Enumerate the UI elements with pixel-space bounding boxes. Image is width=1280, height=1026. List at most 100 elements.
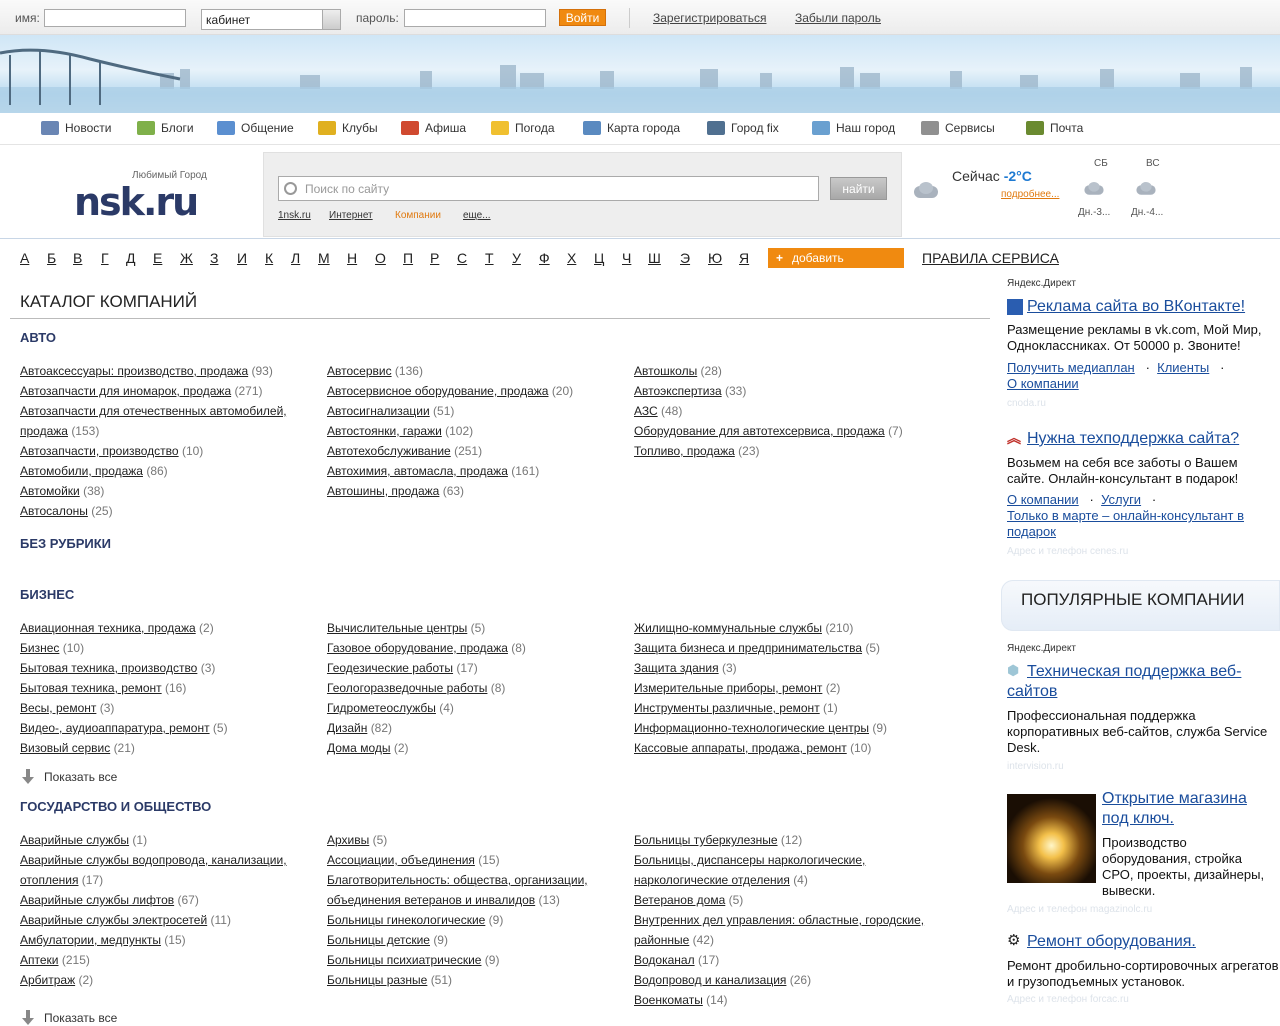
- yandex-direct-label[interactable]: Яндекс.Директ: [1007, 278, 1076, 289]
- ad-domain[interactable]: intervision.ru: [1007, 761, 1064, 772]
- alphabet-letter[interactable]: О: [375, 250, 386, 266]
- ad-domain[interactable]: Адрес и телефон cenes.ru: [1007, 546, 1128, 557]
- alphabet-letter[interactable]: Л: [291, 250, 300, 266]
- category-link[interactable]: Авиационная техника, продажа: [20, 621, 196, 635]
- add-company-button[interactable]: + добавить: [768, 248, 904, 268]
- alphabet-letter[interactable]: А: [20, 250, 29, 266]
- category-link[interactable]: Жилищно-коммунальные службы: [634, 621, 822, 635]
- alphabet-letter[interactable]: Э: [680, 250, 690, 266]
- weather-more-link[interactable]: подробнее...: [1001, 189, 1059, 200]
- category-link[interactable]: Бизнес: [20, 641, 59, 655]
- alphabet-letter[interactable]: В: [73, 250, 82, 266]
- cabinet-select[interactable]: кабинет: [201, 9, 341, 30]
- service-rules-link[interactable]: ПРАВИЛА СЕРВИСА: [922, 250, 1059, 266]
- category-link[interactable]: Геодезические работы: [327, 661, 453, 675]
- category-link[interactable]: Автозапчасти для иномарок, продажа: [20, 384, 231, 398]
- nav-item-blogs[interactable]: Блоги: [137, 121, 194, 135]
- login-button[interactable]: Войти: [559, 9, 606, 26]
- ad-domain[interactable]: Адрес и телефон forcac.ru: [1007, 994, 1129, 1005]
- category-link[interactable]: Весы, ремонт: [20, 701, 96, 715]
- category-link[interactable]: Аварийные службы водопровода, канализаци…: [20, 853, 287, 887]
- yandex-direct-label[interactable]: Яндекс.Директ: [1007, 643, 1076, 654]
- category-link[interactable]: Больницы детские: [327, 933, 430, 947]
- alphabet-letter[interactable]: М: [318, 250, 330, 266]
- alphabet-letter[interactable]: Н: [347, 250, 357, 266]
- forgot-password-link[interactable]: Забыли пароль: [795, 11, 881, 25]
- category-link[interactable]: Кассовые аппараты, продажа, ремонт: [634, 741, 847, 755]
- category-link[interactable]: Автостоянки, гаражи: [327, 424, 442, 438]
- category-link[interactable]: Оборудование для автотехсервиса, продажа: [634, 424, 885, 438]
- category-link[interactable]: Ветеранов дома: [634, 893, 725, 907]
- category-link[interactable]: Аварийные службы электросетей: [20, 913, 207, 927]
- alphabet-letter[interactable]: Е: [153, 250, 162, 266]
- category-link[interactable]: Информационно-технологические центры: [634, 721, 869, 735]
- search-scope-more[interactable]: еще...: [463, 210, 491, 221]
- search-scope-internet[interactable]: Интернет: [329, 210, 373, 221]
- alphabet-letter[interactable]: К: [265, 250, 273, 266]
- nav-item-city-fix[interactable]: Город fix: [707, 121, 779, 135]
- nav-item-services[interactable]: Сервисы: [921, 121, 995, 135]
- category-link[interactable]: Автотехобслуживание: [327, 444, 451, 458]
- nav-item-news[interactable]: Новости: [41, 121, 111, 135]
- alphabet-letter[interactable]: Ч: [622, 250, 631, 266]
- ad-domain[interactable]: cnoda.ru: [1007, 398, 1046, 409]
- alphabet-letter[interactable]: П: [403, 250, 413, 266]
- alphabet-letter[interactable]: З: [210, 250, 218, 266]
- name-input[interactable]: [44, 9, 186, 27]
- category-link[interactable]: Автозапчасти для отечественных автомобил…: [20, 404, 287, 438]
- nav-item-chat[interactable]: Общение: [217, 121, 294, 135]
- category-link[interactable]: Больницы гинекологические: [327, 913, 485, 927]
- ad-title[interactable]: Техническая поддержка веб-сайтов: [1007, 662, 1277, 702]
- category-link[interactable]: Автомобили, продажа: [20, 464, 143, 478]
- ad-link[interactable]: Клиенты: [1157, 360, 1209, 375]
- ad-domain[interactable]: Адрес и телефон magazinolc.ru: [1007, 904, 1152, 915]
- ad-link[interactable]: Услуги: [1101, 492, 1141, 507]
- alphabet-letter[interactable]: Ю: [708, 250, 722, 266]
- category-link[interactable]: Газовое оборудование, продажа: [327, 641, 508, 655]
- category-link[interactable]: Автосервисное оборудование, продажа: [327, 384, 548, 398]
- category-link[interactable]: Внутренних дел управления: областные, го…: [634, 913, 924, 947]
- show-all-link[interactable]: Показать все: [22, 769, 117, 785]
- category-link[interactable]: Амбулатории, медпункты: [20, 933, 161, 947]
- category-link[interactable]: Автошколы: [634, 364, 697, 378]
- category-link[interactable]: Автоэкспертиза: [634, 384, 722, 398]
- category-link[interactable]: Больницы разные: [327, 973, 427, 987]
- alphabet-letter[interactable]: И: [237, 250, 247, 266]
- alphabet-letter[interactable]: Б: [47, 250, 56, 266]
- alphabet-letter[interactable]: Т: [485, 250, 494, 266]
- category-link[interactable]: Защита бизнеса и предпринимательства: [634, 641, 862, 655]
- category-link[interactable]: Больницы туберкулезные: [634, 833, 778, 847]
- nav-item-afisha[interactable]: Афиша: [401, 121, 466, 135]
- category-link[interactable]: АЗС: [634, 404, 658, 418]
- nav-item-our-city[interactable]: Наш город: [812, 121, 895, 135]
- category-link[interactable]: Бытовая техника, ремонт: [20, 681, 162, 695]
- nav-item-city-map[interactable]: Карта города: [583, 121, 680, 135]
- section-title-state[interactable]: ГОСУДАРСТВО И ОБЩЕСТВО: [20, 799, 211, 814]
- category-link[interactable]: Водопровод и канализация: [634, 973, 786, 987]
- category-link[interactable]: Геологоразведочные работы: [327, 681, 487, 695]
- search-input[interactable]: Поиск по сайту: [278, 176, 819, 201]
- ad-title[interactable]: Нужна техподдержка сайта?: [1027, 429, 1277, 449]
- category-link[interactable]: Измерительные приборы, ремонт: [634, 681, 822, 695]
- category-link[interactable]: Автосервис: [327, 364, 392, 378]
- alphabet-letter[interactable]: С: [457, 250, 467, 266]
- category-link[interactable]: Защита здания: [634, 661, 719, 675]
- nav-item-clubs[interactable]: Клубы: [318, 121, 378, 135]
- section-title-auto[interactable]: АВТО: [20, 330, 56, 345]
- alphabet-letter[interactable]: Ш: [648, 250, 661, 266]
- ad-link[interactable]: О компании: [1007, 492, 1079, 507]
- ad-title[interactable]: Открытие магазина под ключ.: [1102, 789, 1277, 829]
- alphabet-letter[interactable]: Я: [739, 250, 749, 266]
- category-link[interactable]: Военкоматы: [634, 993, 703, 1007]
- category-link[interactable]: Вычислительные центры: [327, 621, 467, 635]
- category-link[interactable]: Бытовая техника, производство: [20, 661, 197, 675]
- category-link[interactable]: Автомойки: [20, 484, 80, 498]
- category-link[interactable]: Автосалоны: [20, 504, 88, 518]
- site-logo[interactable]: Любимый Город nsk.ru: [74, 170, 234, 224]
- category-link[interactable]: Топливо, продажа: [634, 444, 735, 458]
- chevron-down-icon[interactable]: [322, 10, 340, 29]
- category-link[interactable]: Водоканал: [634, 953, 695, 967]
- register-link[interactable]: Зарегистрироваться: [653, 11, 766, 25]
- category-link[interactable]: Ассоциации, объединения: [327, 853, 475, 867]
- category-link[interactable]: Арбитраж: [20, 973, 75, 987]
